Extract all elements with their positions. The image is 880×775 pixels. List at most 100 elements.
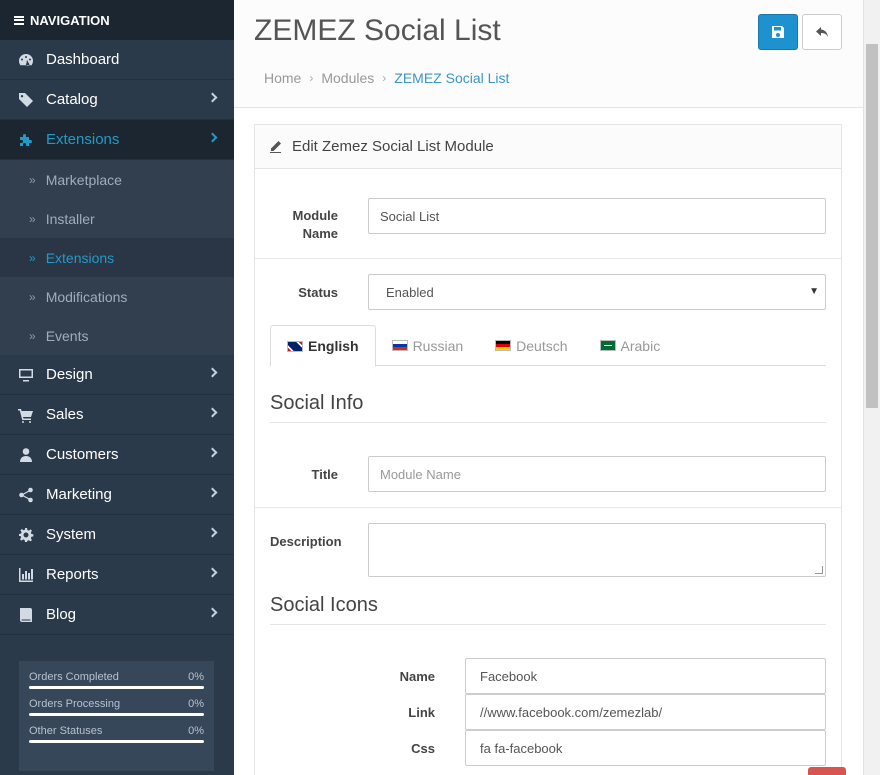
book-icon — [18, 607, 34, 623]
sidebar-item-marketing[interactable]: Marketing — [0, 475, 234, 515]
tab-russian[interactable]: Russian — [376, 325, 480, 366]
breadcrumb-home[interactable]: Home — [264, 70, 301, 86]
chevron-right-icon — [207, 527, 218, 538]
sidebar-item-label: Extensions — [46, 131, 120, 148]
stat-orders-completed: Orders Completed 0% — [29, 671, 204, 689]
title-input[interactable]: Module Name — [368, 456, 826, 492]
panel-heading: Edit Zemez Social List Module — [255, 125, 841, 169]
breadcrumb-current[interactable]: ZEMEZ Social List — [394, 70, 509, 86]
sidebar-item-blog[interactable]: Blog — [0, 595, 234, 635]
submenu-item-modifications[interactable]: » Modifications — [0, 277, 234, 316]
chevron-right-icon — [207, 132, 218, 143]
title-label: Title — [311, 467, 339, 482]
submenu-item-extensions[interactable]: » Extensions — [0, 238, 234, 277]
sidebar-item-sales[interactable]: Sales — [0, 395, 234, 435]
user-icon — [18, 447, 34, 463]
double-chevron-icon: » — [29, 172, 36, 187]
chevron-right-icon — [207, 447, 218, 458]
description-label: Description — [270, 534, 342, 549]
cart-icon — [18, 407, 34, 423]
submenu-item-label: Events — [45, 327, 89, 344]
sidebar-item-design[interactable]: Design — [0, 355, 234, 395]
sidebar-item-label: Dashboard — [46, 51, 120, 68]
gear-icon — [18, 527, 34, 543]
germany-flag-icon — [495, 340, 512, 351]
submenu-item-label: Marketplace — [45, 171, 122, 188]
submenu-item-installer[interactable]: » Installer — [0, 199, 234, 238]
puzzle-icon — [18, 132, 34, 148]
social-css-input[interactable]: fa fa-facebook — [465, 730, 826, 766]
social-icons-heading: Social Icons — [270, 594, 378, 616]
submenu-item-label: Modifications — [45, 288, 128, 305]
progress-bar — [29, 686, 204, 689]
section-rule — [270, 422, 826, 423]
sidebar-item-label: Catalog — [46, 91, 98, 108]
edit-module-panel: Edit Zemez Social List Module Module Nam… — [254, 124, 846, 775]
social-info-heading: Social Info — [270, 392, 364, 414]
submenu-item-label: Extensions — [45, 249, 115, 266]
save-icon — [772, 26, 784, 38]
description-textarea[interactable] — [368, 523, 826, 577]
chevron-right-icon — [207, 407, 218, 418]
sidebar-item-label: Blog — [46, 606, 77, 623]
breadcrumb-modules[interactable]: Modules — [321, 70, 374, 86]
stat-orders-processing: Orders Processing 0% — [29, 698, 204, 716]
link-label: Link — [408, 705, 435, 720]
stat-label: Orders Processing — [29, 698, 121, 710]
back-button[interactable] — [802, 14, 842, 50]
form-divider — [255, 258, 841, 259]
sidebar-item-label: Sales — [46, 406, 84, 423]
submenu-item-events[interactable]: » Events — [0, 316, 234, 355]
dropdown-arrow-icon: ▼ — [809, 286, 819, 297]
remove-button[interactable] — [808, 767, 846, 775]
resize-handle[interactable] — [815, 566, 823, 574]
progress-bar — [29, 713, 204, 716]
pencil-icon — [270, 141, 281, 153]
double-chevron-icon: » — [29, 328, 36, 343]
nav-header-label: NAVIGATION — [30, 12, 110, 28]
sidebar-item-customers[interactable]: Customers — [0, 435, 234, 475]
social-link-input[interactable]: //www.facebook.com/zemezlab/ — [465, 694, 826, 730]
chevron-right-icon — [207, 607, 218, 618]
uk-flag-icon — [287, 340, 303, 352]
language-tabs: English Russian Deutsch Arabic — [270, 325, 826, 367]
tab-label: Deutsch — [516, 337, 568, 354]
submenu-item-marketplace[interactable]: » Marketplace — [0, 160, 234, 199]
chevron-right-icon — [207, 92, 218, 103]
sidebar-item-dashboard[interactable]: Dashboard — [0, 40, 234, 80]
bar-chart-icon — [18, 567, 34, 583]
extensions-submenu: » Marketplace » Installer » Extensions » Mod… — [0, 160, 234, 355]
tab-label: Arabic — [620, 337, 661, 354]
tab-english[interactable]: English — [270, 325, 376, 367]
css-label: Css — [411, 741, 435, 756]
stat-value: 0% — [188, 725, 204, 737]
panel-heading-text: Edit Zemez Social List Module — [292, 138, 494, 155]
dashboard-icon — [18, 52, 34, 68]
sidebar-item-catalog[interactable]: Catalog — [0, 80, 234, 120]
save-button[interactable] — [758, 14, 798, 50]
name-label: Name — [399, 669, 435, 684]
status-label: Status — [298, 285, 338, 300]
scrollbar[interactable] — [863, 0, 880, 775]
tab-deutsch[interactable]: Deutsch — [479, 325, 583, 366]
breadcrumb-separator: › — [309, 71, 314, 85]
sidebar-item-reports[interactable]: Reports — [0, 555, 234, 595]
tab-label: Russian — [412, 337, 464, 354]
share-icon — [18, 487, 34, 503]
scrollbar-thumb[interactable] — [866, 44, 878, 408]
module-name-input[interactable]: Social List — [368, 198, 826, 234]
stat-value: 0% — [188, 671, 204, 683]
social-name-input[interactable]: Facebook — [465, 658, 826, 694]
double-chevron-icon: » — [29, 211, 36, 226]
breadcrumb-separator: › — [382, 71, 387, 85]
russia-flag-icon — [391, 340, 408, 351]
double-chevron-icon: » — [29, 250, 36, 265]
sidebar-item-system[interactable]: System — [0, 515, 234, 555]
sidebar-item-extensions[interactable]: Extensions — [0, 120, 234, 160]
nav-header[interactable]: NAVIGATION — [0, 0, 234, 40]
monitor-icon — [18, 367, 34, 383]
page-title: ZEMEZ Social List — [254, 14, 501, 47]
order-stats: Orders Completed 0% Orders Processing 0% O… — [19, 661, 214, 771]
tab-arabic[interactable]: Arabic — [584, 325, 677, 366]
status-select[interactable]: Enabled ▼ — [368, 274, 826, 310]
